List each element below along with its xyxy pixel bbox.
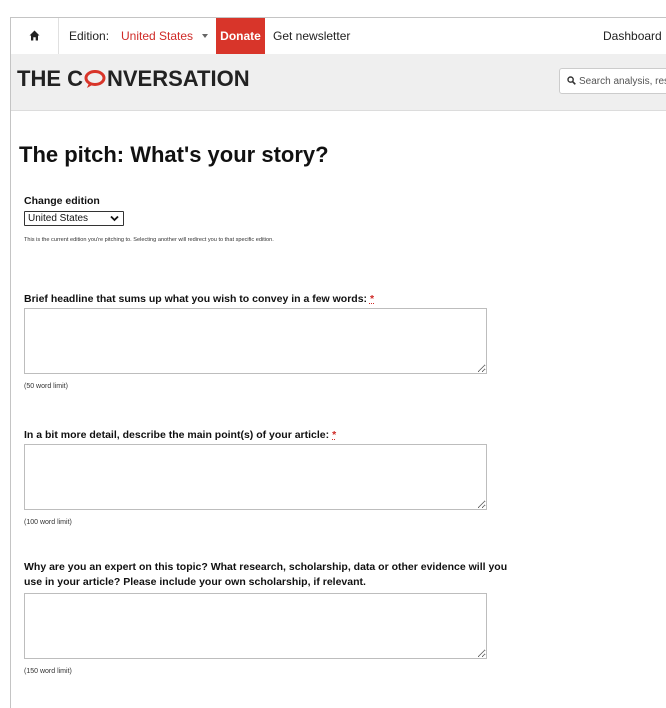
search-icon [567,76,576,85]
edition-label: Edition: [69,29,109,43]
main-points-textarea[interactable] [24,444,487,510]
home-button[interactable] [11,18,59,54]
expertise-textarea[interactable] [24,593,487,659]
edition-selector[interactable]: United States [121,29,193,43]
search-input[interactable] [579,72,666,90]
top-navigation-bar: Edition: United States Donate Get newsle… [11,18,666,55]
search-box[interactable] [559,68,666,94]
newsletter-link[interactable]: Get newsletter [273,29,350,43]
browser-viewport: Edition: United States Donate Get newsle… [10,17,666,708]
headline-textarea[interactable] [24,308,487,374]
change-edition-label: Change edition [24,195,100,207]
page-title: The pitch: What's your story? [19,142,329,168]
required-marker: * [332,429,336,441]
expertise-label-line2: use in your article? Please include your… [24,576,366,588]
site-header: THE C NVERSATION [11,54,666,111]
main-points-word-limit: (100 word limit) [24,519,72,526]
dashboard-link[interactable]: Dashboard [603,29,662,43]
logo-text-left: THE C [17,66,83,91]
headline-word-limit: (50 word limit) [24,383,68,390]
change-edition-select[interactable]: United States [24,211,124,226]
expertise-label-line1: Why are you an expert on this topic? Wha… [24,561,507,573]
home-icon [29,30,40,41]
speech-bubble-logo-icon [84,69,106,89]
main-points-label-text: In a bit more detail, describe the main … [24,429,329,441]
expertise-word-limit: (150 word limit) [24,668,72,675]
donate-button[interactable]: Donate [216,18,265,54]
caret-down-icon[interactable] [202,34,208,38]
site-logo[interactable]: THE C NVERSATION [17,66,250,92]
main-points-label: In a bit more detail, describe the main … [24,429,336,441]
headline-label: Brief headline that sums up what you wis… [24,293,374,305]
change-edition-hint: This is the current edition you're pitch… [24,237,274,243]
logo-text-right: NVERSATION [107,66,250,91]
headline-label-text: Brief headline that sums up what you wis… [24,293,367,305]
required-marker: * [370,293,374,305]
change-edition-dropdown[interactable]: United States [25,212,123,225]
